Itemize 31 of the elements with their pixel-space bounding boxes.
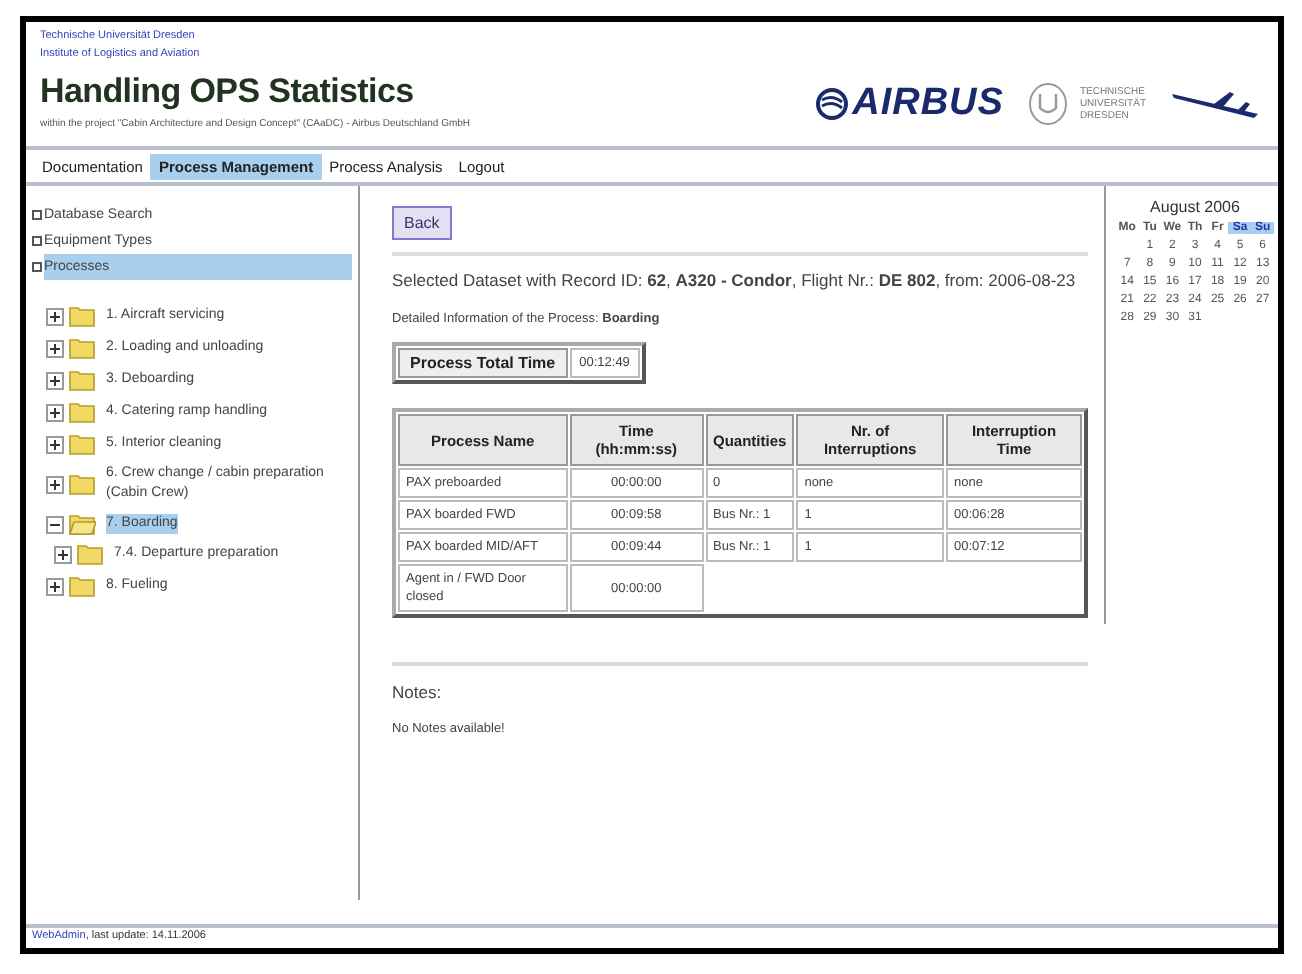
swirl-icon [816,88,849,120]
folder-icon [68,512,96,536]
back-button[interactable]: Back [392,206,452,240]
expand-icon[interactable] [46,307,64,325]
bullet-icon [32,236,42,246]
folder-icon [68,432,96,456]
airbus-logo: AIRBUS [852,82,1004,126]
folder-icon [68,304,96,328]
folder-icon [68,472,96,496]
folder-icon [68,400,96,424]
folder-icon [68,574,96,598]
expand-icon[interactable] [46,435,64,453]
calendar-title: August 2006 [1148,198,1242,216]
collapse-icon[interactable] [46,515,64,533]
total-time-label: Process Total Time [398,348,568,378]
expand-icon[interactable] [46,577,64,595]
folder-icon [68,368,96,392]
dataset-description: Selected Dataset with Record ID: 62, A320 - Condor, Flight Nr.: DE 802, from: 2006-08-23 [392,268,1078,292]
expand-icon[interactable] [46,339,64,357]
expand-icon[interactable] [46,403,64,421]
expand-icon[interactable] [46,475,64,493]
site-title: Handling OPS Statistics [40,72,416,112]
tu-seal-icon [1027,82,1068,126]
bullet-icon [32,210,42,220]
airplane-icon [1170,88,1262,120]
folder-icon [76,542,104,566]
bullet-icon [32,262,42,272]
folder-icon [68,336,96,360]
notes-heading: Notes: [392,682,444,702]
expand-icon[interactable] [54,545,72,563]
expand-icon[interactable] [46,371,64,389]
